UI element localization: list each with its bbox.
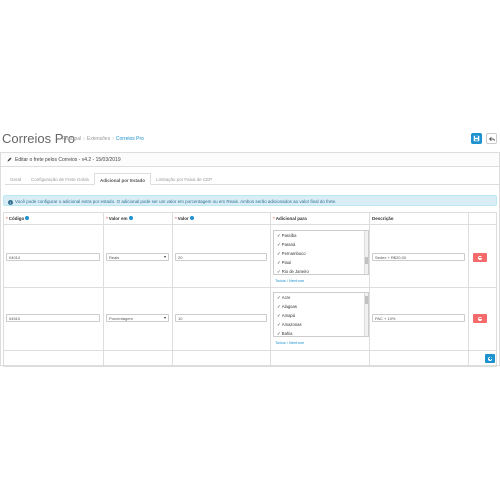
help-icon <box>25 216 30 220</box>
header-descricao: Descrição <box>372 216 394 221</box>
descricao-input[interactable]: Sedex + R$20,00 <box>372 253 465 261</box>
panel-heading: Editar o frete pelos Correios - v4.2 - 1… <box>1 153 499 167</box>
valor-input[interactable]: 10 <box>175 314 267 322</box>
header-valor: *Valor <box>175 216 194 221</box>
tab-limitacao-cep[interactable]: Limitação por Faixa de CEP <box>151 173 217 185</box>
valor-em-select[interactable]: Porcentagem <box>106 314 169 322</box>
descricao-input[interactable]: PAC + 10% <box>372 314 465 322</box>
todos-nenhum-link[interactable]: Todos / Nenhum <box>275 340 304 345</box>
tab-geral[interactable]: Geral <box>5 173 26 185</box>
minus-circle-icon <box>478 255 482 260</box>
back-button[interactable] <box>486 133 497 144</box>
header-codigo: *Código <box>6 216 30 221</box>
info-alert: i Você pode configurar o adicional extra … <box>3 195 497 206</box>
minus-circle-icon <box>478 316 482 321</box>
plus-circle-icon <box>488 356 492 361</box>
estado-checkbox[interactable]: ✓Paraná <box>274 240 368 249</box>
estado-checkbox[interactable]: ✓Paraíba <box>274 231 368 240</box>
breadcrumb-item-extensoes[interactable]: Extensões <box>87 136 110 142</box>
estado-checkbox[interactable]: ✓Piauí <box>274 258 368 267</box>
codigo-input[interactable]: 04510 <box>6 314 100 322</box>
caret-down-icon <box>164 256 166 258</box>
estados-checklist[interactable]: ✓Acre ✓Alagoas ✓Amapá ✓Amazonas ✓Bahia <box>273 292 369 337</box>
codigo-input[interactable]: 04014 <box>6 253 100 261</box>
remove-row-button[interactable] <box>473 253 487 262</box>
valor-em-select[interactable]: Reais <box>106 253 169 261</box>
alert-text: Você pode configurar o adicional extra p… <box>15 199 337 204</box>
header-adicional-para: *Adicional para <box>273 216 307 221</box>
estado-checkbox[interactable]: ✓Amazonas <box>274 320 368 329</box>
estados-checklist[interactable]: ✓Paraíba ✓Paraná ✓Pernambuco ✓Piauí ✓Rio… <box>273 230 369 275</box>
surcharge-table: *Código *Valor em *Valor *Adicional para… <box>3 212 497 367</box>
tab-frete-gratis[interactable]: Configuração de Frete Grátis <box>26 173 94 185</box>
add-row-button[interactable] <box>485 354 495 363</box>
help-icon <box>128 216 133 220</box>
header-valor-em: *Valor em <box>106 216 133 221</box>
breadcrumb: Principal › Extensões › Correios Pro <box>62 136 144 142</box>
caret-down-icon <box>164 317 166 319</box>
tab-adicional-por-estado[interactable]: Adicional por Estado <box>94 173 152 185</box>
panel-heading-text: Editar o frete pelos Correios - v4.2 - 1… <box>15 156 121 163</box>
remove-row-button[interactable] <box>473 314 487 323</box>
scrollbar[interactable] <box>364 231 368 274</box>
table-footer-row <box>4 351 496 366</box>
edit-panel: Editar o frete pelos Correios - v4.2 - 1… <box>0 152 500 367</box>
table-row: 04014 Reais 20 ✓Paraíba ✓Paraná ✓Pernamb… <box>4 225 496 288</box>
todos-nenhum-link[interactable]: Todos / Nenhum <box>275 278 304 283</box>
info-icon: i <box>8 199 13 205</box>
estado-checkbox[interactable]: ✓Pernambuco <box>274 249 368 258</box>
table-row: 04510 Porcentagem 10 ✓Acre ✓Alagoas ✓Ama… <box>4 288 496 351</box>
estado-checkbox[interactable]: ✓Alagoas <box>274 302 368 311</box>
reply-icon <box>489 136 495 142</box>
breadcrumb-item-principal[interactable]: Principal <box>62 136 81 142</box>
valor-input[interactable]: 20 <box>175 253 267 261</box>
scrollbar[interactable] <box>364 293 368 336</box>
save-button[interactable] <box>471 133 482 144</box>
pencil-icon <box>7 157 12 162</box>
estado-checkbox[interactable]: ✓Acre <box>274 293 368 302</box>
estado-checkbox[interactable]: ✓Rio de Janeiro <box>274 267 368 274</box>
table-header: *Código *Valor em *Valor *Adicional para… <box>4 213 496 225</box>
help-icon <box>189 216 194 220</box>
estado-checkbox[interactable]: ✓Bahia <box>274 329 368 336</box>
save-icon <box>473 135 480 142</box>
breadcrumb-item-current[interactable]: Correios Pro <box>116 136 144 142</box>
tab-bar: Geral Configuração de Frete Grátis Adici… <box>5 173 499 185</box>
estado-checkbox[interactable]: ✓Amapá <box>274 311 368 320</box>
